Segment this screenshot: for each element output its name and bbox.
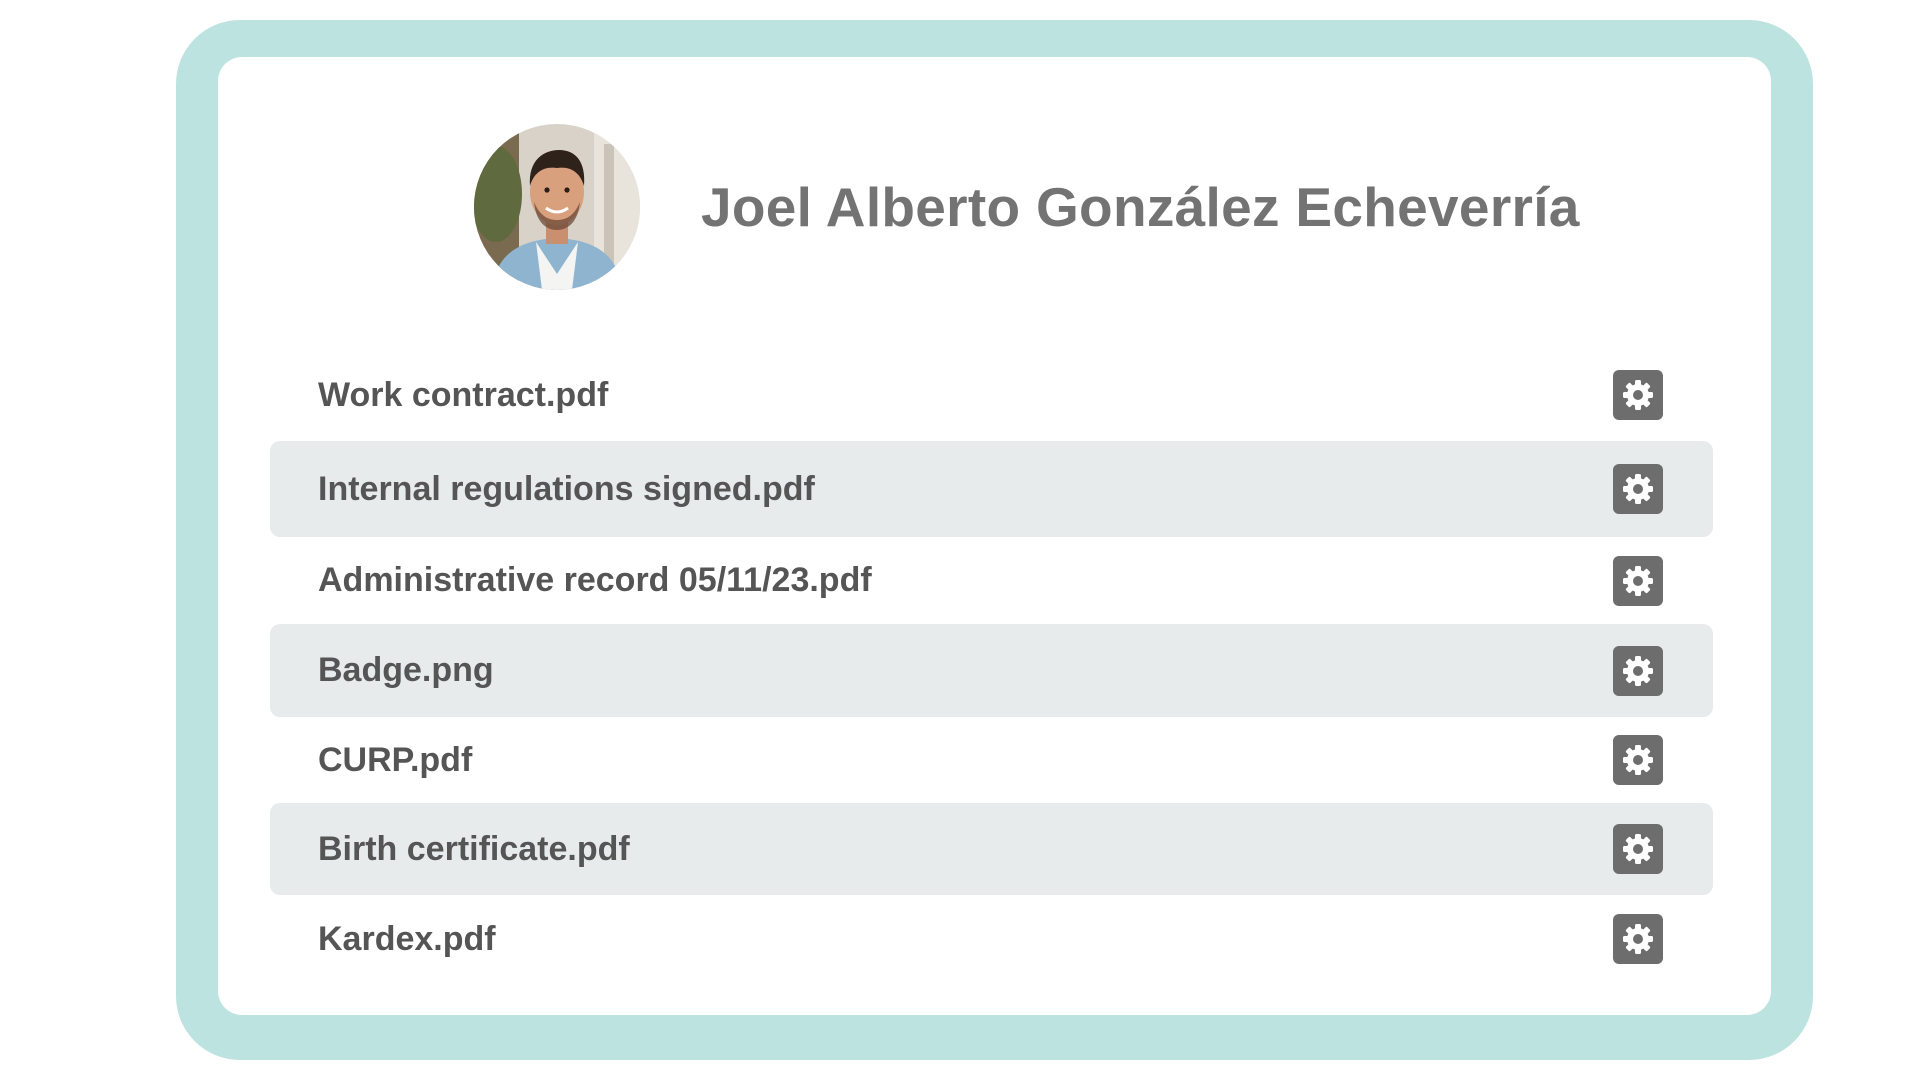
file-row[interactable]: Badge.png: [270, 624, 1713, 717]
file-row[interactable]: Internal regulations signed.pdf: [270, 441, 1713, 537]
file-name[interactable]: Birth certificate.pdf: [318, 830, 630, 869]
profile-header: Joel Alberto González Echeverría: [474, 124, 1580, 290]
file-name[interactable]: Work contract.pdf: [318, 376, 608, 415]
gear-icon: [1623, 565, 1653, 596]
file-name[interactable]: Kardex.pdf: [318, 920, 496, 959]
gear-icon: [1623, 474, 1653, 504]
file-name[interactable]: CURP.pdf: [318, 741, 472, 780]
gear-icon: [1623, 380, 1653, 410]
document-panel: Joel Alberto González Echeverría Work co…: [218, 57, 1771, 1015]
file-row[interactable]: CURP.pdf: [270, 717, 1713, 803]
file-list: Work contract.pdf Internal regulations s…: [270, 349, 1713, 983]
file-settings-button[interactable]: [1613, 464, 1663, 514]
file-row[interactable]: Birth certificate.pdf: [270, 803, 1713, 895]
avatar-photo: [474, 124, 640, 290]
file-name[interactable]: Internal regulations signed.pdf: [318, 470, 815, 509]
avatar: [474, 124, 640, 290]
file-row[interactable]: Work contract.pdf: [270, 349, 1713, 441]
gear-icon: [1623, 745, 1653, 775]
file-settings-button[interactable]: [1613, 645, 1663, 696]
file-settings-button[interactable]: [1613, 370, 1663, 420]
file-row[interactable]: Administrative record 05/11/23.pdf: [270, 537, 1713, 624]
document-panel-frame: Joel Alberto González Echeverría Work co…: [176, 20, 1813, 1060]
employee-name: Joel Alberto González Echeverría: [701, 176, 1580, 238]
file-settings-button[interactable]: [1613, 555, 1663, 606]
gear-icon: [1623, 655, 1653, 686]
gear-icon: [1623, 834, 1653, 864]
file-settings-button[interactable]: [1613, 824, 1663, 874]
file-name[interactable]: Badge.png: [318, 651, 494, 690]
file-name[interactable]: Administrative record 05/11/23.pdf: [318, 561, 872, 600]
file-settings-button[interactable]: [1613, 735, 1663, 785]
file-settings-button[interactable]: [1613, 914, 1663, 964]
file-row[interactable]: Kardex.pdf: [270, 895, 1713, 983]
gear-icon: [1623, 924, 1653, 954]
